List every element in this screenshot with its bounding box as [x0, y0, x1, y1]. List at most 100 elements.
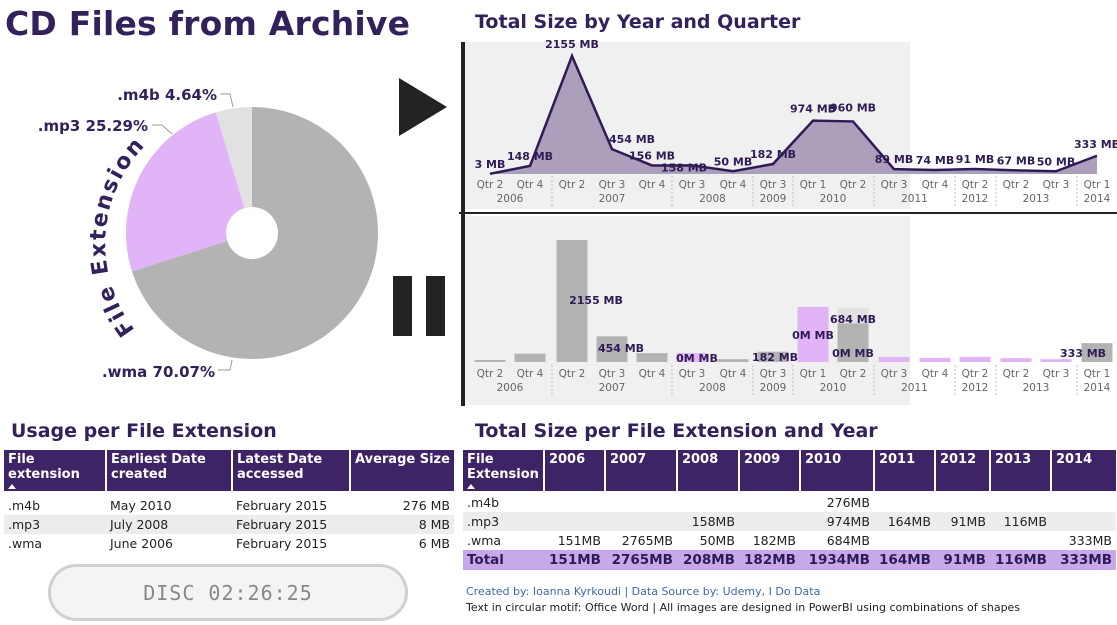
disc-timer-display: DISC 02:26:25 — [48, 564, 408, 621]
usage-table-title: Usage per File Extension — [11, 420, 277, 442]
cell: February 2015 — [236, 498, 328, 513]
cell: 974MB — [799, 512, 874, 531]
bar-chart: 2155 MB 454 MB 0M MB 182 MB 0M MB 684 MB 0M MB… — [474, 240, 1113, 395]
cell: February 2015 — [232, 515, 350, 534]
cell: .mp3 — [4, 515, 106, 534]
cell: 2765MB — [604, 550, 677, 570]
ext-year-header-row: File Extension 2006 2007 2008 2009 2010 … — [463, 450, 1116, 491]
bar-wma[interactable] — [514, 353, 546, 362]
bar-year-tick-label: 2011 — [901, 382, 928, 394]
bar-mp3[interactable] — [1000, 358, 1032, 362]
cell: 208MB — [676, 550, 739, 570]
cell: 182MB — [752, 533, 796, 548]
header-earliest-date[interactable]: Earliest Date created — [106, 450, 233, 491]
bar-year-tick-label: 2009 — [760, 382, 787, 394]
cell: 8 MB — [350, 515, 454, 534]
cell: 116MB — [989, 512, 1051, 531]
cell: .m4b — [467, 495, 500, 510]
cell — [604, 512, 677, 531]
cell: 91MB — [934, 512, 990, 531]
bar-mp3[interactable] — [959, 356, 991, 362]
cell: 151MB — [543, 550, 605, 570]
ext-year-table-title: Total Size per File Extension and Year — [475, 420, 878, 442]
cell — [874, 531, 935, 550]
bar-data-label: 454 MB — [598, 342, 644, 355]
cell: .wma — [467, 533, 502, 548]
bar-data-label: 182 MB — [752, 351, 798, 364]
header-year[interactable]: 2013 — [989, 450, 1052, 491]
bar-year-tick-label: 2014 — [1084, 382, 1111, 394]
cell: Total — [463, 550, 544, 570]
cell: May 2010 — [110, 498, 172, 513]
cell: 333MB — [1068, 533, 1112, 548]
cell: 1934MB — [799, 550, 874, 570]
cell — [605, 493, 677, 512]
bar-quarter-tick-label: Qtr 3 — [881, 368, 908, 380]
header-latest-date[interactable]: Latest Date accessed — [232, 450, 351, 491]
bar-mp3[interactable] — [878, 356, 910, 362]
header-year[interactable]: 2011 — [873, 450, 936, 491]
bar-data-label: 0M MB — [676, 352, 718, 365]
cell — [990, 493, 1051, 512]
chart-vertical-axis-line — [461, 42, 465, 406]
credits-line-2: Text in circular motif: Office Word | Al… — [466, 601, 1021, 614]
cell: 158MB — [676, 512, 739, 531]
cell: .wma — [8, 536, 43, 551]
table-row: .mp3 158MB 974MB 164MB 91MB 116MB — [463, 512, 1116, 531]
bar-data-label: 0M MB — [832, 347, 874, 360]
bar-quarter-tick-label: Qtr 2 — [962, 368, 989, 380]
cell: 276MB — [826, 495, 870, 510]
bar-quarter-tick-label: Qtr 3 — [1043, 368, 1070, 380]
bar-wma[interactable] — [717, 359, 749, 362]
cell: June 2006 — [110, 536, 174, 551]
bar-quarter-tick-label: Qtr 4 — [720, 368, 747, 380]
bar-mp3[interactable] — [919, 357, 951, 362]
cell — [738, 512, 800, 531]
cell: 333MB — [1050, 550, 1116, 570]
cell: .mp3 — [463, 512, 544, 531]
usage-header-row: File extension Earliest Date created Lat… — [4, 450, 454, 491]
chart-divider-line — [459, 212, 1117, 214]
ext-year-table: File Extension 2006 2007 2008 2009 2010 … — [463, 450, 1116, 570]
cell: 91MB — [934, 550, 990, 570]
bar-quarter-tick-label: Qtr 2 — [559, 368, 586, 380]
cell: February 2015 — [236, 536, 328, 551]
header-file-extension[interactable]: File Extension — [463, 450, 545, 491]
header-average-size[interactable]: Average Size — [350, 450, 454, 491]
bar-wma[interactable] — [474, 360, 506, 362]
cell — [677, 493, 739, 512]
cell: 164MB — [873, 550, 935, 570]
table-row: .m4b May 2010 February 2015 276 MB — [4, 496, 454, 515]
cell — [874, 493, 935, 512]
cell — [544, 493, 605, 512]
bar-year-tick-label: 2010 — [820, 382, 847, 394]
bar-quarter-tick-label: Qtr 2 — [840, 368, 867, 380]
header-year[interactable]: 2008 — [676, 450, 740, 491]
header-year[interactable]: 2012 — [934, 450, 991, 491]
cell: 182MB — [738, 550, 800, 570]
cell: 50MB — [699, 533, 735, 548]
cell: 2765MB — [621, 533, 673, 548]
header-year[interactable]: 2006 — [543, 450, 606, 491]
cell: 684MB — [826, 533, 870, 548]
table-total-row: Total 151MB 2765MB 208MB 182MB 1934MB 16… — [463, 550, 1116, 570]
cell: 6 MB — [418, 536, 450, 551]
cell: 151MB — [557, 533, 601, 548]
cell: July 2008 — [106, 515, 232, 534]
credits-line-1: Created by: Ioanna Kyrkoudi | Data Sourc… — [466, 585, 821, 598]
bar-quarter-tick-label: Qtr 4 — [639, 368, 666, 380]
header-year[interactable]: 2007 — [604, 450, 678, 491]
usage-table: File extension Earliest Date created Lat… — [4, 450, 454, 553]
bar-year-tick-label: 2007 — [599, 382, 626, 394]
bar-data-label: 684 MB — [830, 313, 876, 326]
header-year[interactable]: 2014 — [1050, 450, 1116, 491]
bar-quarter-tick-label: Qtr 2 — [1003, 368, 1030, 380]
header-file-extension[interactable]: File extension — [4, 450, 107, 491]
sort-ascending-icon — [467, 484, 475, 489]
header-year[interactable]: 2009 — [738, 450, 801, 491]
bar-year-tick-label: 2012 — [962, 382, 989, 394]
cell: .m4b — [8, 498, 41, 513]
header-year[interactable]: 2010 — [799, 450, 875, 491]
cell — [990, 531, 1051, 550]
bar-year-tick-label: 2013 — [1023, 382, 1050, 394]
